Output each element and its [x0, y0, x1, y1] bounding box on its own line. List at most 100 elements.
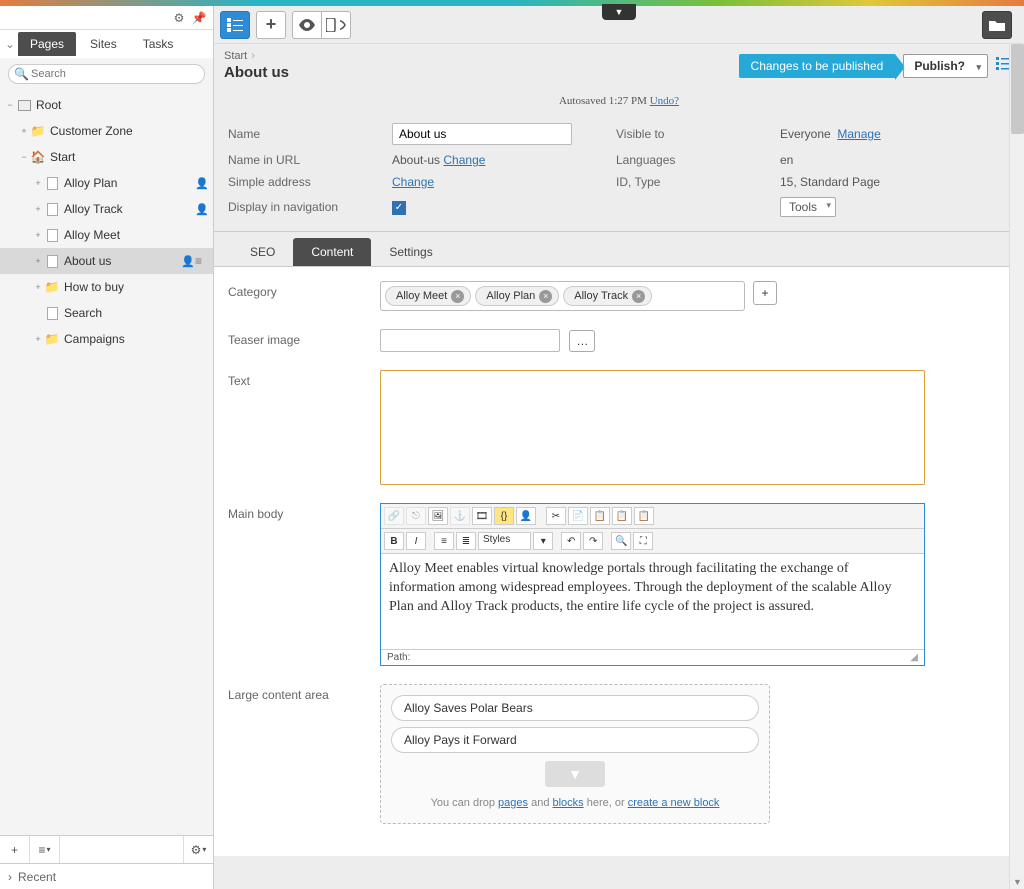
tree-item[interactable]: Search [0, 300, 213, 326]
structure-toggle-button[interactable] [220, 11, 250, 39]
ed-paste-text-icon[interactable]: 📋 [612, 507, 632, 525]
content-area-dropzone[interactable]: Alloy Saves Polar Bears Alloy Pays it For… [380, 684, 770, 824]
resize-handle-icon[interactable]: ◢ [910, 652, 918, 663]
properties-grid: Name Visible to Everyone Manage Name in … [214, 117, 1024, 232]
add-content-button[interactable]: + [256, 11, 286, 39]
teaser-browse-button[interactable]: … [569, 330, 595, 352]
name-input[interactable] [392, 123, 572, 145]
ed-anchor-icon[interactable]: ⚓ [450, 507, 470, 525]
vertical-scrollbar[interactable]: ▲ ▼ [1009, 44, 1024, 889]
breadcrumb[interactable]: Start› [224, 50, 289, 62]
ed-ul-icon[interactable]: ≡ [434, 532, 454, 550]
ed-redo-icon[interactable]: ↷ [583, 532, 603, 550]
tree-options-button[interactable]: ≡▾ [30, 836, 60, 863]
drop-arrow-icon: ▼ [545, 761, 605, 787]
scroll-down-icon[interactable]: ▼ [1010, 874, 1024, 889]
tab-seo[interactable]: SEO [232, 238, 293, 266]
collapse-caret-icon[interactable]: ⌄ [4, 37, 16, 51]
change-simple-link[interactable]: Change [392, 175, 434, 189]
ed-search-icon[interactable]: 🔍 [611, 532, 631, 550]
ed-unlink-icon[interactable]: ⎋ [406, 507, 426, 525]
toggle-icon[interactable]: + [32, 282, 44, 292]
toggle-icon[interactable]: + [18, 126, 30, 136]
toggle-icon[interactable]: + [32, 256, 44, 266]
page-title: About us [224, 64, 289, 81]
drop-pages-link[interactable]: pages [498, 797, 528, 809]
assets-panel-toggle[interactable] [982, 11, 1012, 39]
change-url-link[interactable]: Change [443, 153, 485, 167]
tree-settings-button[interactable]: ⚙▾ [183, 836, 213, 863]
add-page-button[interactable]: + [0, 836, 30, 863]
tree-item[interactable]: +📁Customer Zone [0, 118, 213, 144]
ed-paste-word-icon[interactable]: 📋 [634, 507, 654, 525]
page-tree: − Root +📁Customer Zone−🏠Start+Alloy Plan… [0, 90, 213, 835]
category-chips[interactable]: Alloy Meet×Alloy Plan×Alloy Track× [380, 281, 745, 311]
context-menu-icon[interactable]: ≡ [195, 254, 209, 268]
search-input[interactable] [8, 64, 205, 84]
lbl-languages: Languages [616, 153, 766, 167]
ed-cut-icon[interactable]: ✂ [546, 507, 566, 525]
category-chip[interactable]: Alloy Meet× [385, 286, 471, 306]
top-drawer-handle[interactable]: ▼ [602, 4, 636, 20]
teaser-image-input[interactable] [380, 329, 560, 352]
ed-styles-select[interactable]: Styles [478, 532, 531, 550]
tree-item[interactable]: −🏠Start [0, 144, 213, 170]
tab-content[interactable]: Content [293, 238, 371, 266]
manage-link[interactable]: Manage [837, 127, 880, 141]
create-block-link[interactable]: create a new block [628, 797, 720, 809]
ed-undo-icon[interactable]: ↶ [561, 532, 581, 550]
toggle-icon[interactable]: + [32, 204, 44, 214]
toggle-icon[interactable]: + [32, 334, 44, 344]
tree-root[interactable]: − Root [0, 92, 213, 118]
ed-image-icon[interactable]: 🖼 [428, 507, 448, 525]
tab-pages[interactable]: Pages [18, 32, 76, 56]
tools-dropdown[interactable]: Tools [780, 197, 836, 217]
tab-settings[interactable]: Settings [371, 238, 450, 266]
remove-chip-icon[interactable]: × [632, 290, 645, 303]
ed-styles-caret[interactable]: ▾ [533, 532, 553, 550]
ed-fullscreen-icon[interactable]: ⛶ [633, 532, 653, 550]
remove-chip-icon[interactable]: × [451, 290, 464, 303]
recent-toggle[interactable]: › Recent [0, 863, 213, 889]
preview-button[interactable] [292, 11, 322, 39]
compare-button[interactable] [321, 11, 351, 39]
ed-media-icon[interactable]: 🎞 [472, 507, 492, 525]
category-chip[interactable]: Alloy Plan× [475, 286, 559, 306]
tree-item[interactable]: +About us👤≡ [0, 248, 213, 274]
tree-item[interactable]: +Alloy Plan👤 [0, 170, 213, 196]
undo-link[interactable]: Undo? [650, 95, 679, 107]
category-chip[interactable]: Alloy Track× [563, 286, 652, 306]
ed-ol-icon[interactable]: ≣ [456, 532, 476, 550]
publish-button[interactable]: Publish?▾ [903, 54, 988, 78]
gear-icon[interactable]: ⚙ [169, 9, 189, 27]
tree-item[interactable]: +Alloy Track👤 [0, 196, 213, 222]
ed-personalize-icon[interactable]: 👤 [516, 507, 536, 525]
tab-tasks[interactable]: Tasks [131, 32, 186, 56]
tree-item[interactable]: +📁Campaigns [0, 326, 213, 352]
toggle-icon[interactable]: + [32, 230, 44, 240]
content-block-item[interactable]: Alloy Pays it Forward [391, 727, 759, 753]
ed-bold-icon[interactable]: B [384, 532, 404, 550]
tree-item[interactable]: +📁How to buy [0, 274, 213, 300]
breadcrumb-item[interactable]: Start [224, 50, 247, 62]
ed-italic-icon[interactable]: I [406, 532, 426, 550]
drop-blocks-link[interactable]: blocks [553, 797, 584, 809]
toggle-icon[interactable]: − [18, 152, 30, 162]
ed-code-icon[interactable]: {} [494, 507, 514, 525]
toggle-icon[interactable]: − [4, 100, 16, 110]
ed-copy-icon[interactable]: 📄 [568, 507, 588, 525]
toggle-icon[interactable]: + [32, 178, 44, 188]
text-textarea[interactable] [380, 370, 925, 485]
editor-body[interactable]: Alloy Meet enables virtual knowledge por… [381, 554, 924, 649]
ed-link-icon[interactable]: 🔗 [384, 507, 404, 525]
ed-paste-icon[interactable]: 📋 [590, 507, 610, 525]
scroll-thumb[interactable] [1011, 44, 1024, 134]
pin-icon[interactable]: 📌 [189, 9, 209, 27]
tree-item[interactable]: +Alloy Meet [0, 222, 213, 248]
remove-chip-icon[interactable]: × [539, 290, 552, 303]
add-category-button[interactable]: + [753, 281, 777, 305]
node-icon [44, 175, 60, 191]
tab-sites[interactable]: Sites [78, 32, 129, 56]
display-nav-checkbox[interactable]: ✓ [392, 201, 406, 215]
content-block-item[interactable]: Alloy Saves Polar Bears [391, 695, 759, 721]
